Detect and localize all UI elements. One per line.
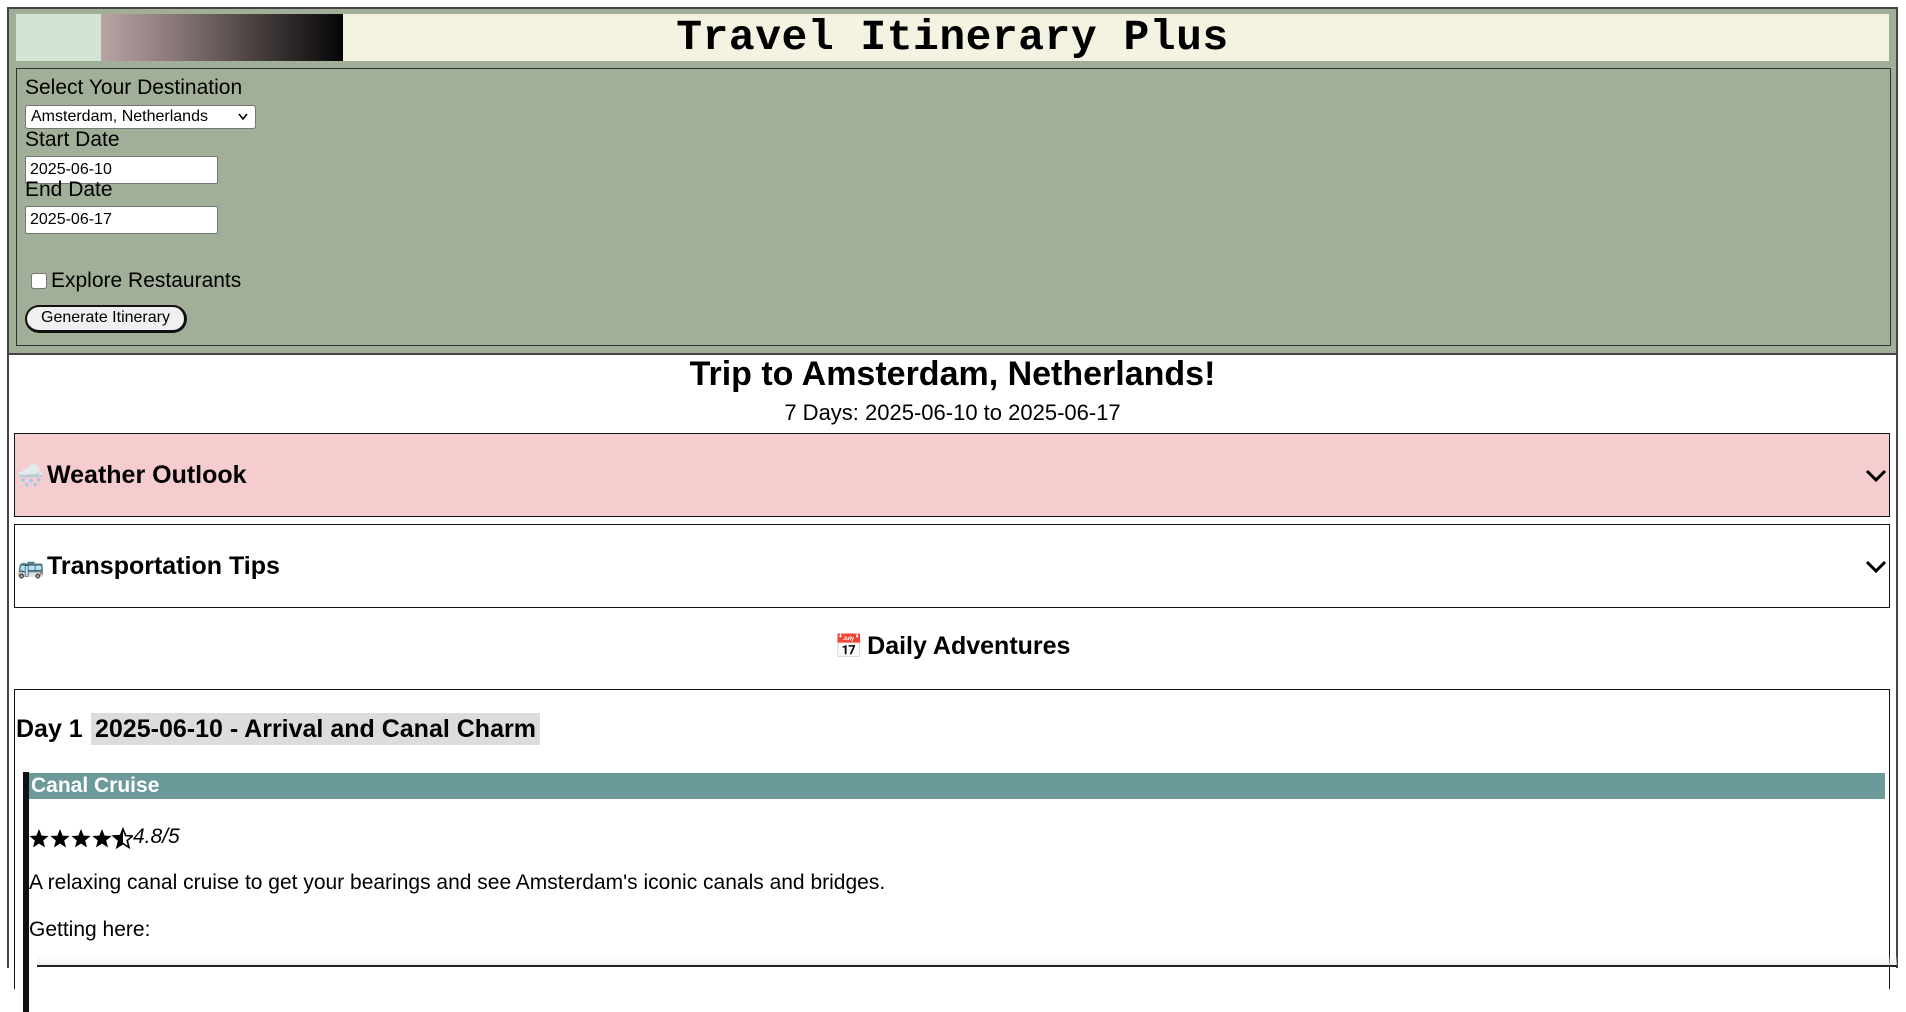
star-rating-icon — [29, 824, 134, 856]
calendar-icon: 📅 — [834, 633, 864, 659]
trip-title: Trip to Amsterdam, Netherlands! — [689, 355, 1216, 393]
weather-outlook-title: Weather Outlook — [47, 461, 247, 489]
activity-description: A relaxing canal cruise to get your bear… — [29, 871, 886, 894]
chevron-down-icon — [237, 106, 249, 135]
destination-select[interactable]: Amsterdam, Netherlands — [25, 105, 256, 129]
getting-here-box — [37, 965, 1897, 967]
weather-outlook-panel[interactable]: 🌨️ Weather Outlook — [14, 433, 1890, 517]
transportation-tips-panel[interactable]: 🚌 Transportation Tips — [14, 524, 1890, 608]
chevron-down-icon[interactable] — [1865, 555, 1887, 577]
explore-restaurants-label: Explore Restaurants — [51, 269, 242, 292]
generate-itinerary-button[interactable]: Generate Itinerary — [25, 305, 187, 333]
bus-icon: 🚌 — [17, 554, 45, 579]
transportation-tips-title: Transportation Tips — [47, 552, 280, 580]
app-title: Travel Itinerary Plus — [676, 13, 1229, 62]
rating-text: 4.8/5 — [133, 825, 180, 848]
snow-cloud-icon: 🌨️ — [17, 463, 45, 488]
trip-subtitle: 7 Days: 2025-06-10 to 2025-06-17 — [784, 400, 1121, 425]
explore-restaurants-checkbox[interactable] — [31, 273, 47, 289]
destination-value: Amsterdam, Netherlands — [31, 108, 208, 125]
day-label: Day 1 — [16, 715, 83, 743]
getting-here-label: Getting here: — [29, 918, 151, 941]
start-date-label: Start Date — [25, 128, 120, 151]
header-band: Travel Itinerary Plus — [16, 14, 1889, 61]
daily-adventures-title: Daily Adventures — [867, 632, 1071, 660]
trip-form-panel: Select Your Destination Amsterdam, Nethe… — [7, 62, 1898, 355]
day-title: 2025-06-10 - Arrival and Canal Charm — [91, 713, 540, 745]
daily-adventures-heading: 📅 Daily Adventures — [9, 630, 1896, 662]
day-card: Day 1 2025-06-10 - Arrival and Canal Cha… — [14, 689, 1897, 1012]
trip-form: Select Your Destination Amsterdam, Nethe… — [16, 68, 1891, 346]
activity-title: Canal Cruise — [29, 773, 1885, 799]
destination-label: Select Your Destination — [25, 76, 243, 99]
end-date-label: End Date — [25, 178, 113, 201]
main-border-right — [1896, 355, 1898, 968]
end-date-input[interactable]: 2025-06-17 — [25, 206, 218, 234]
chevron-down-icon[interactable] — [1865, 464, 1887, 486]
app-header: Travel Itinerary Plus — [7, 7, 1898, 64]
